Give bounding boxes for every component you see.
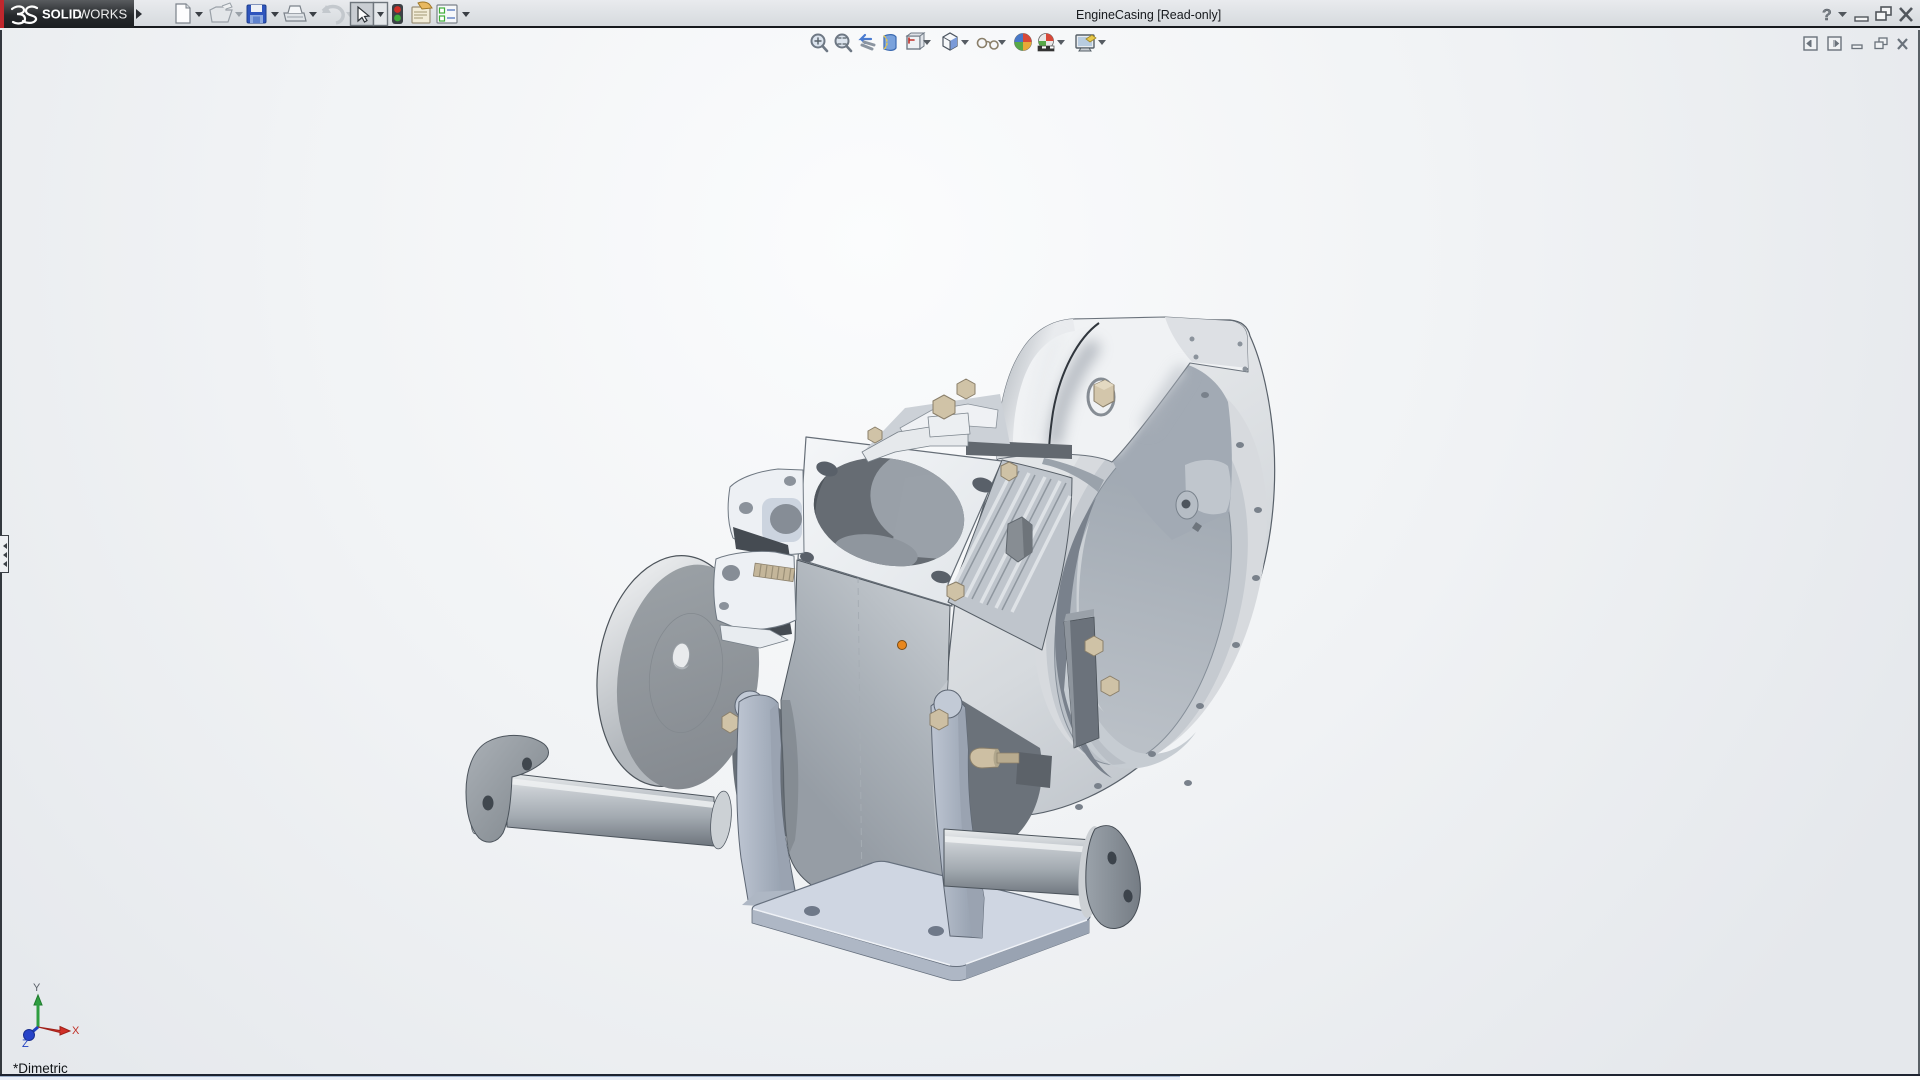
svg-text:?: ? [1822, 7, 1832, 24]
svg-text:Y: Y [33, 982, 41, 994]
svg-text:X: X [72, 1025, 80, 1037]
svg-text:SOLID: SOLID [42, 7, 82, 22]
svg-text:WORKS: WORKS [78, 7, 127, 22]
svg-text:Z: Z [22, 1038, 29, 1050]
